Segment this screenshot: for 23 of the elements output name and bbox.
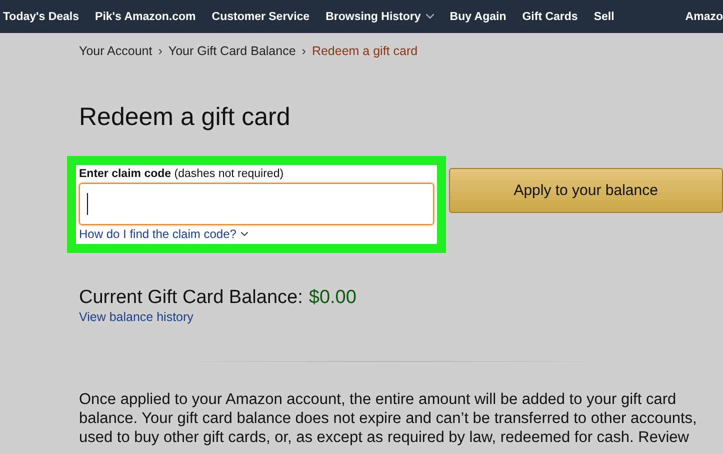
nav-link[interactable]: Sell (594, 10, 614, 22)
nav-link[interactable]: Gift Cards (522, 10, 578, 22)
nav-link[interactable]: Buy Again (450, 10, 506, 22)
nav-link[interactable]: Pik's Amazon.com (95, 10, 196, 22)
history-link[interactable]: View balance history (79, 310, 723, 324)
breadcrumb-link[interactable]: Your Account (79, 44, 152, 58)
caret-icon (241, 232, 248, 236)
breadcrumb-separator: › (302, 44, 306, 58)
help-link[interactable]: How do I find the claim code? (79, 227, 434, 241)
nav-link[interactable]: Customer Service (212, 10, 310, 22)
claim-code-field[interactable] (79, 183, 434, 225)
balance-label: Current Gift Card Balance: (79, 287, 303, 309)
balance-amount: $0.00 (308, 287, 356, 309)
nav-link[interactable]: Browsing History (326, 10, 434, 22)
breadcrumb-separator: › (158, 44, 162, 58)
info-paragraph: Once applied to your Amazon account, the entire amount will be added to your gift card balance. Your gift card balance does not expire and can’t be transferred to other accounts, used to buy other gift cards, or, as except as required by law, redeemed for cash. Review (79, 390, 698, 447)
apply-button[interactable]: Apply to your balance (448, 168, 723, 213)
breadcrumb-link[interactable]: Redeem a gift card (312, 44, 418, 58)
nav-link[interactable]: Amazo (685, 10, 723, 22)
nav-link[interactable]: Today's Deals (3, 10, 80, 22)
field-label: Enter claim code (dashes not required) (79, 168, 285, 180)
breadcrumb-link[interactable]: Your Gift Card Balance (168, 44, 296, 58)
page-title: Redeem a gift card (79, 103, 292, 132)
